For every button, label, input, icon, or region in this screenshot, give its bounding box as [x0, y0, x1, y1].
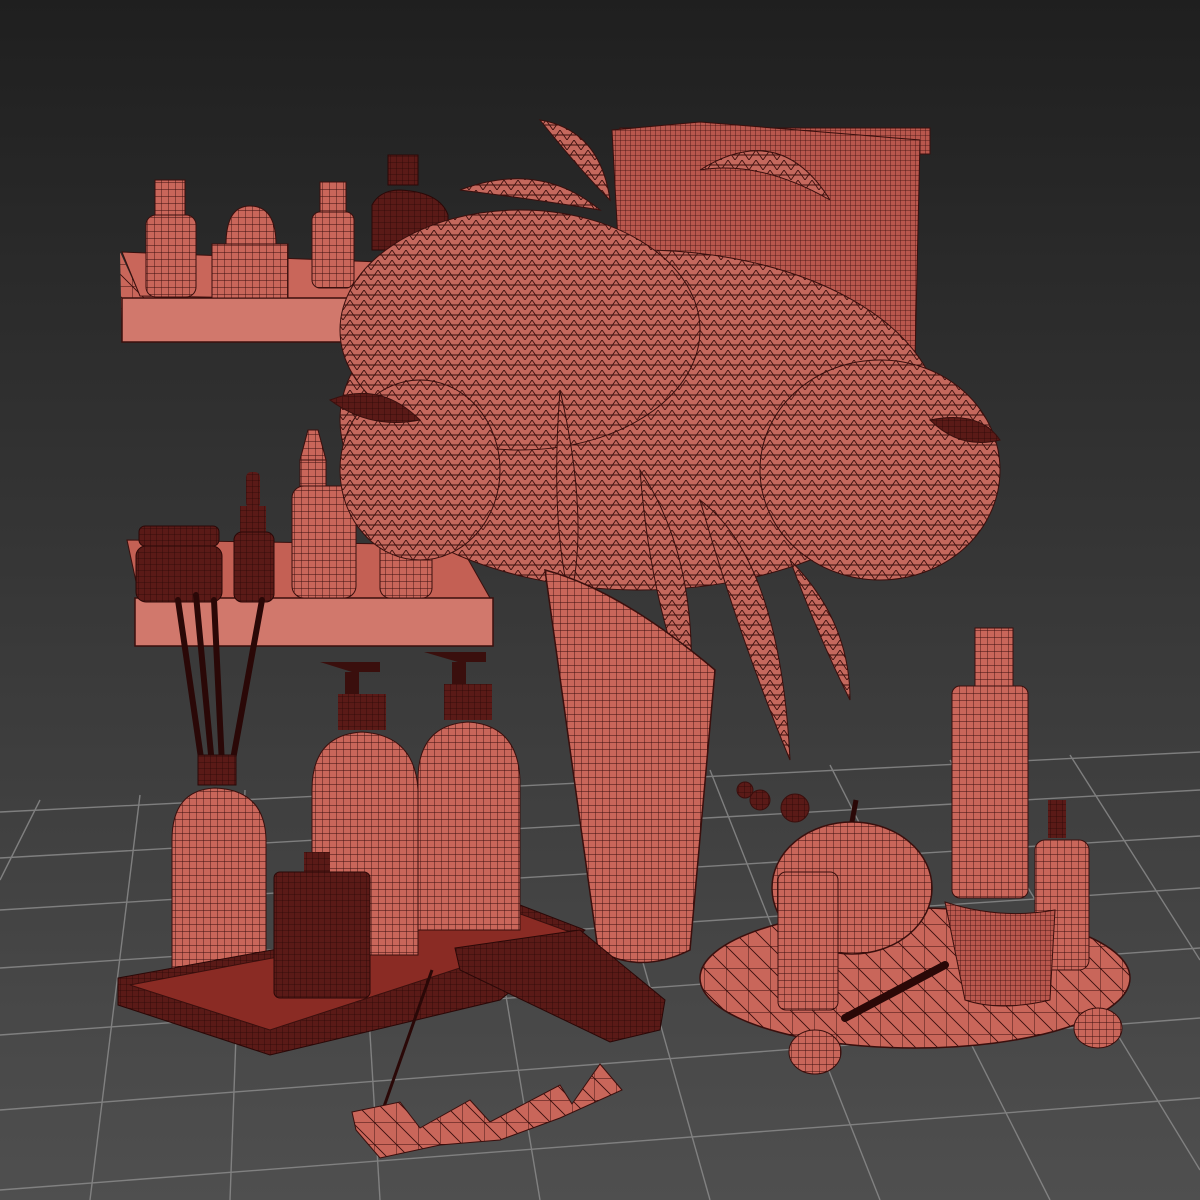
3d-viewport[interactable]: [0, 0, 1200, 1200]
candle[interactable]: [273, 852, 371, 999]
viewport-canvas: [0, 0, 1200, 1200]
